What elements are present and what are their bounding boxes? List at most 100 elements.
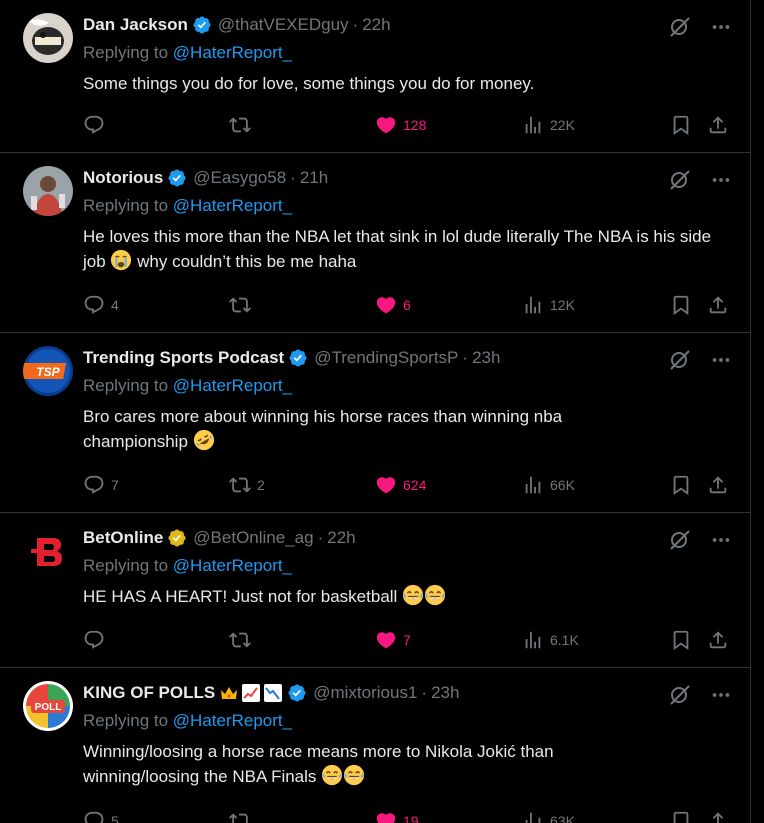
display-name[interactable]: Notorious: [83, 168, 163, 188]
avatar[interactable]: [23, 166, 73, 216]
tweet-trending-sports[interactable]: TSP Trending Sports Podcast @TrendingSpo…: [0, 333, 750, 513]
more-options-icon[interactable]: [710, 169, 732, 191]
retweet-button[interactable]: [229, 113, 257, 137]
more-options-icon[interactable]: [710, 349, 732, 371]
tweet-text-content: Bro cares more about winning his horse r…: [83, 407, 563, 451]
user-handle[interactable]: @Easygo58: [193, 168, 286, 188]
like-count: 624: [403, 477, 427, 493]
mention-link[interactable]: @HaterReport_: [173, 196, 292, 215]
views-button[interactable]: 6.1K: [522, 628, 579, 652]
like-button[interactable]: 624: [375, 473, 426, 497]
bookmark-button[interactable]: [670, 809, 692, 823]
display-name[interactable]: Trending Sports Podcast: [83, 348, 284, 368]
avatar[interactable]: [23, 13, 73, 63]
views-button[interactable]: 63K: [522, 809, 575, 823]
share-button[interactable]: [707, 809, 729, 823]
retweet-icon: [229, 474, 251, 496]
like-button[interactable]: 19: [375, 809, 419, 823]
timestamp[interactable]: 23h: [431, 683, 459, 703]
reply-count: 7: [111, 477, 119, 493]
grok-icon[interactable]: [668, 528, 692, 552]
retweet-button[interactable]: [229, 809, 257, 823]
retweet-button[interactable]: [229, 628, 257, 652]
views-button[interactable]: 66K: [522, 473, 575, 497]
mention-link[interactable]: @HaterReport_: [173, 556, 292, 575]
retweet-button[interactable]: [229, 293, 257, 317]
reply-count: 4: [111, 297, 119, 313]
heart-icon: [375, 474, 397, 496]
timestamp[interactable]: 21h: [300, 168, 328, 188]
share-button[interactable]: [707, 628, 729, 652]
mention-link[interactable]: @HaterReport_: [173, 711, 292, 730]
view-count: 66K: [550, 477, 575, 493]
bookmark-icon: [670, 114, 692, 136]
tweet-text-content: Some things you do for love, some things…: [83, 74, 535, 93]
user-handle[interactable]: @thatVEXEDguy: [218, 15, 349, 35]
user-handle[interactable]: @BetOnline_ag: [193, 528, 313, 548]
share-icon: [707, 810, 729, 823]
tears-of-joy-emoji-icon: [402, 584, 424, 606]
bookmark-button[interactable]: [670, 628, 692, 652]
crown-emoji-icon: [221, 687, 238, 699]
views-icon: [522, 294, 544, 316]
timestamp[interactable]: 22h: [327, 528, 355, 548]
separator-dot: ·: [317, 528, 324, 547]
reply-icon: [83, 810, 105, 823]
bookmark-button[interactable]: [670, 113, 692, 137]
more-options-icon[interactable]: [710, 684, 732, 706]
verified-badge-icon: [287, 683, 307, 703]
retweet-count: 2: [257, 477, 265, 493]
tweet-notorious[interactable]: Notorious @Easygo58 · 21h Replying to @H…: [0, 153, 750, 333]
avatar[interactable]: POLL: [23, 681, 73, 731]
crying-face-emoji-icon: [110, 249, 132, 271]
reply-button[interactable]: [83, 113, 111, 137]
reply-button[interactable]: [83, 628, 111, 652]
tweet-dan-jackson[interactable]: Dan Jackson @thatVEXEDguy · 22h Replying…: [0, 0, 750, 153]
reply-button[interactable]: 7: [83, 473, 119, 497]
replying-to-label: Replying to: [83, 196, 169, 215]
verified-gold-badge-icon: [167, 528, 187, 548]
user-handle[interactable]: @TrendingSportsP: [314, 348, 458, 368]
reply-button[interactable]: 4: [83, 293, 119, 317]
avatar[interactable]: TSP: [23, 346, 73, 396]
view-count: 63K: [550, 813, 575, 823]
tears-of-joy-emoji-icon: [321, 764, 343, 786]
share-button[interactable]: [707, 113, 729, 137]
timestamp[interactable]: 22h: [362, 15, 390, 35]
mention-link[interactable]: @HaterReport_: [173, 376, 292, 395]
avatar-logo-text: TSP: [36, 365, 60, 379]
display-name[interactable]: Dan Jackson: [83, 15, 188, 35]
replying-to: Replying to @HaterReport_: [83, 711, 292, 731]
more-options-icon[interactable]: [710, 16, 732, 38]
tweet-text-content: Winning/loosing a horse race means more …: [83, 742, 554, 786]
retweet-button[interactable]: 2: [229, 473, 265, 497]
timestamp[interactable]: 23h: [472, 348, 500, 368]
more-options-icon[interactable]: [710, 529, 732, 551]
bookmark-icon: [670, 810, 692, 823]
views-button[interactable]: 22K: [522, 113, 575, 137]
reply-button[interactable]: 5: [83, 809, 119, 823]
display-name[interactable]: KING OF POLLS: [83, 683, 215, 703]
share-button[interactable]: [707, 473, 729, 497]
like-button[interactable]: 7: [375, 628, 411, 652]
tweet-king-of-polls[interactable]: POLL KING OF POLLS @mixtorious1 · 23h Re…: [0, 668, 750, 823]
like-button[interactable]: 128: [375, 113, 426, 137]
avatar[interactable]: [23, 526, 73, 576]
retweet-icon: [229, 810, 251, 823]
avatar-logo-text: POLL: [35, 702, 62, 713]
views-button[interactable]: 12K: [522, 293, 575, 317]
reply-count: 5: [111, 813, 119, 823]
grok-icon[interactable]: [668, 15, 692, 39]
bookmark-button[interactable]: [670, 293, 692, 317]
share-button[interactable]: [707, 293, 729, 317]
mention-link[interactable]: @HaterReport_: [173, 43, 292, 62]
like-button[interactable]: 6: [375, 293, 411, 317]
tweet-betonline[interactable]: BetOnline @BetOnline_ag · 22h Replying t…: [0, 513, 750, 668]
user-handle[interactable]: @mixtorious1: [313, 683, 417, 703]
grok-icon[interactable]: [668, 348, 692, 372]
grok-icon[interactable]: [668, 168, 692, 192]
display-name[interactable]: BetOnline: [83, 528, 163, 548]
bookmark-button[interactable]: [670, 473, 692, 497]
grok-icon[interactable]: [668, 683, 692, 707]
reply-icon: [83, 294, 105, 316]
